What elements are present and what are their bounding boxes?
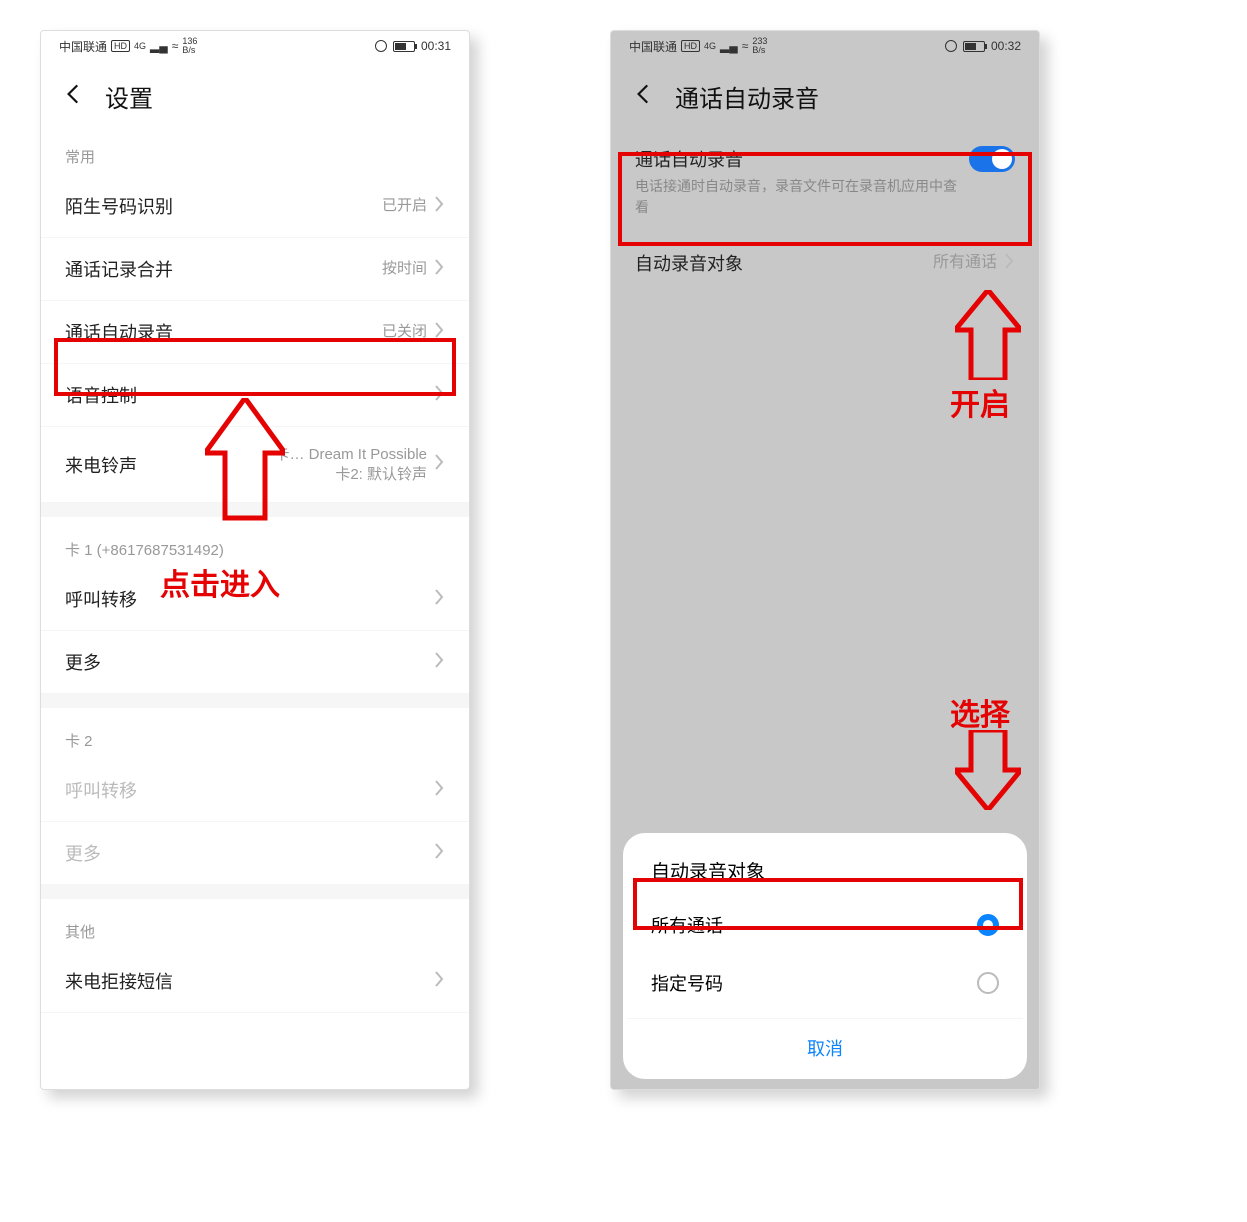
chevron-right-icon — [433, 842, 445, 865]
status-bar: 中国联通 HD 4G ▂▄ ≈ 136 B/s 00:31 — [41, 31, 469, 61]
signal-icon: ▂▄ — [150, 39, 168, 53]
chevron-right-icon — [433, 195, 445, 218]
item-label: 更多 — [65, 649, 101, 675]
battery-icon — [393, 41, 415, 52]
section-header-other: 其他 — [41, 899, 469, 950]
item-ringtone[interactable]: 来电铃声 卡… Dream It Possible 卡2: 默认铃声 — [41, 427, 469, 503]
hd-badge: HD — [111, 40, 130, 52]
item-more-sim1[interactable]: 更多 — [41, 631, 469, 694]
battery-icon — [963, 41, 985, 52]
carrier-label: 中国联通 — [629, 38, 677, 55]
section-divider — [41, 503, 469, 517]
item-label: 语音控制 — [65, 382, 137, 408]
phone-settings-screen: 中国联通 HD 4G ▂▄ ≈ 136 B/s 00:31 设置 常用 陌生号码… — [40, 30, 470, 1090]
data-rate-bot: B/s — [182, 46, 195, 55]
sheet-cancel-button[interactable]: 取消 — [627, 1018, 1023, 1073]
eye-comfort-icon — [375, 40, 387, 52]
row-description: 电话接通时自动录音，录音文件可在录音机应用中查看 — [635, 176, 959, 218]
wifi-icon: ≈ — [742, 39, 749, 53]
row-value: 所有通话 — [933, 253, 997, 274]
item-label: 通话记录合并 — [65, 256, 173, 282]
item-unknown-number-id[interactable]: 陌生号码识别 已开启 — [41, 175, 469, 238]
clock: 00:31 — [421, 39, 451, 53]
item-label: 呼叫转移 — [65, 586, 137, 612]
sheet-option-all-calls[interactable]: 所有通话 — [627, 896, 1023, 954]
data-rate-bot: B/s — [752, 46, 765, 55]
chevron-right-icon — [433, 970, 445, 993]
chevron-right-icon — [433, 258, 445, 281]
row-label: 自动录音对象 — [635, 250, 743, 276]
item-voice-control[interactable]: 语音控制 — [41, 364, 469, 427]
hd-badge: HD — [681, 40, 700, 52]
item-label: 更多 — [65, 840, 101, 866]
row-record-target[interactable]: 自动录音对象 所有通话 — [623, 234, 1027, 292]
status-bar: 中国联通 HD 4G ▂▄ ≈ 233 B/s 00:32 — [611, 31, 1039, 61]
carrier-label: 中国联通 — [59, 38, 107, 55]
chevron-right-icon — [1003, 252, 1015, 275]
network-badge: 4G — [704, 42, 716, 51]
section-header-sim1: 卡 1 (+8617687531492) — [41, 517, 469, 568]
item-call-log-merge[interactable]: 通话记录合并 按时间 — [41, 238, 469, 301]
toggle-switch[interactable] — [969, 146, 1015, 172]
eye-comfort-icon — [945, 40, 957, 52]
item-call-forward-sim1[interactable]: 呼叫转移 — [41, 568, 469, 631]
section-divider — [41, 694, 469, 708]
back-icon[interactable] — [631, 81, 657, 112]
screen-header: 通话自动录音 — [611, 61, 1039, 124]
option-label: 所有通话 — [651, 912, 723, 938]
item-label: 通话自动录音 — [65, 319, 173, 345]
wifi-icon: ≈ — [172, 39, 179, 53]
item-label: 来电拒接短信 — [65, 968, 173, 994]
item-value: 按时间 — [382, 259, 427, 279]
chevron-right-icon — [433, 321, 445, 344]
chevron-right-icon — [433, 651, 445, 674]
item-value: 已开启 — [382, 196, 427, 216]
bottom-sheet: 自动录音对象 所有通话 指定号码 取消 — [623, 833, 1027, 1079]
item-auto-record[interactable]: 通话自动录音 已关闭 — [41, 301, 469, 364]
row-auto-record-toggle[interactable]: 通话自动录音 电话接通时自动录音，录音文件可在录音机应用中查看 — [623, 130, 1027, 234]
back-icon[interactable] — [61, 81, 87, 112]
chevron-right-icon — [433, 453, 445, 476]
sheet-title: 自动录音对象 — [627, 851, 1023, 896]
signal-icon: ▂▄ — [720, 39, 738, 53]
section-divider — [41, 885, 469, 899]
screen-header: 设置 — [41, 61, 469, 124]
clock: 00:32 — [991, 39, 1021, 53]
item-value: 卡… Dream It Possible 卡2: 默认铃声 — [274, 445, 427, 484]
sheet-option-specific-numbers[interactable]: 指定号码 — [627, 954, 1023, 1012]
chevron-right-icon — [433, 588, 445, 611]
chevron-right-icon — [433, 384, 445, 407]
item-value: 已关闭 — [382, 322, 427, 342]
section-header-common: 常用 — [41, 124, 469, 175]
network-badge: 4G — [134, 42, 146, 51]
radio-unselected-icon[interactable] — [977, 972, 999, 994]
item-label: 陌生号码识别 — [65, 193, 173, 219]
item-call-forward-sim2: 呼叫转移 — [41, 759, 469, 822]
radio-selected-icon[interactable] — [977, 914, 999, 936]
item-label: 来电铃声 — [65, 452, 137, 478]
phone-auto-record-screen: 中国联通 HD 4G ▂▄ ≈ 233 B/s 00:32 通话自动录音 通话自… — [610, 30, 1040, 1090]
item-reject-sms[interactable]: 来电拒接短信 — [41, 950, 469, 1013]
page-title: 设置 — [105, 79, 153, 114]
item-label: 呼叫转移 — [65, 777, 137, 803]
chevron-right-icon — [433, 779, 445, 802]
row-title: 通话自动录音 — [635, 146, 959, 172]
option-label: 指定号码 — [651, 970, 723, 996]
item-more-sim2: 更多 — [41, 822, 469, 885]
page-title: 通话自动录音 — [675, 79, 819, 114]
section-header-sim2: 卡 2 — [41, 708, 469, 759]
